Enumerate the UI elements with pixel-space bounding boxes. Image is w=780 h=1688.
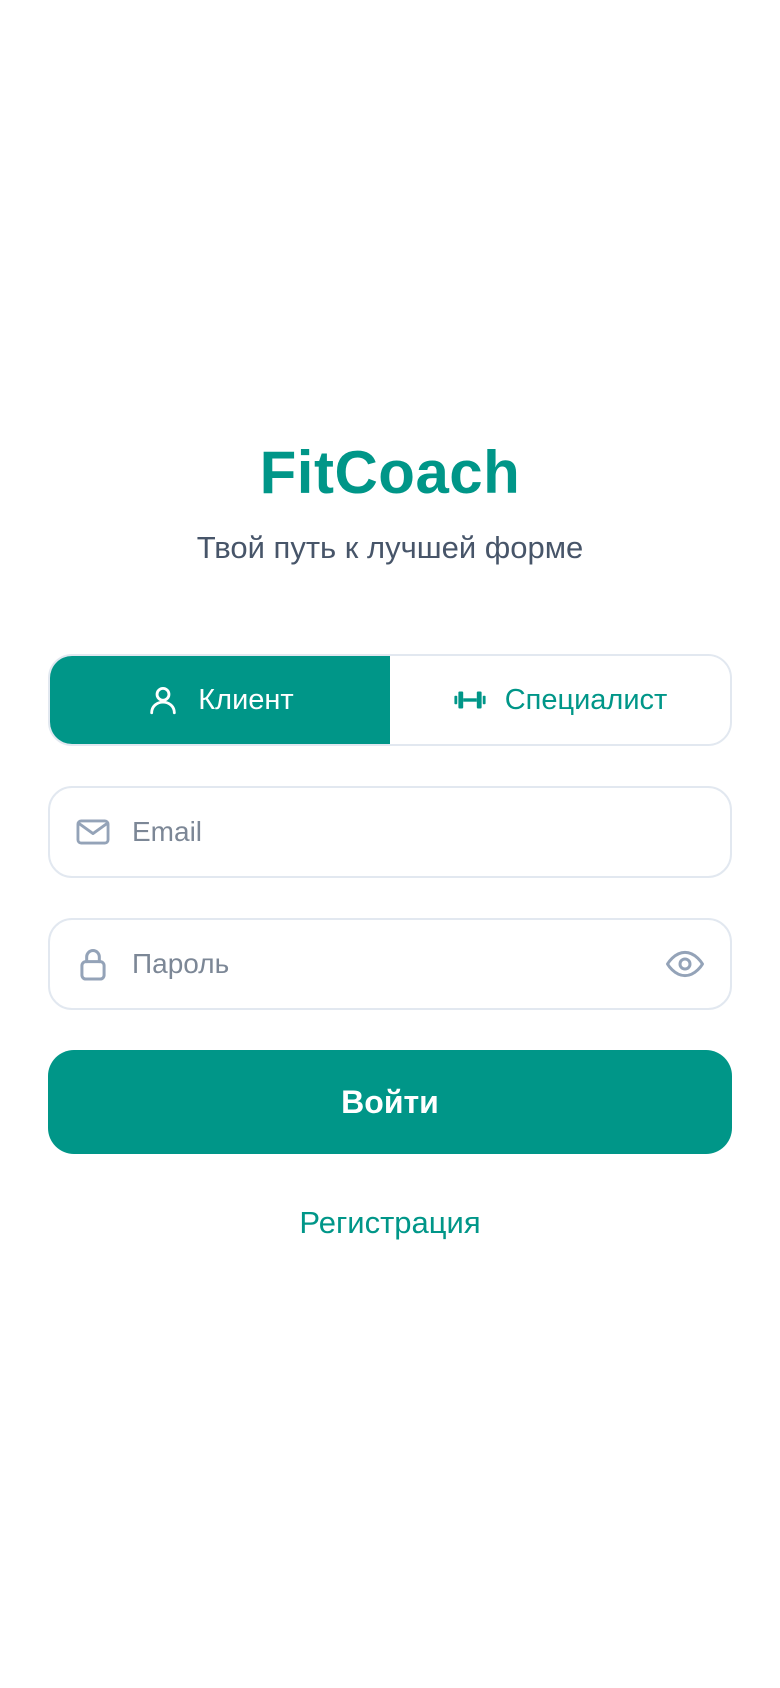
password-input[interactable] (132, 920, 664, 1008)
role-option-client-label: Клиент (198, 683, 294, 716)
role-option-client[interactable]: Клиент (50, 656, 390, 744)
email-input[interactable] (132, 788, 730, 876)
person-icon (146, 683, 180, 717)
role-option-specialist-label: Специалист (504, 683, 668, 716)
register-link[interactable]: Регистрация (0, 1203, 780, 1243)
login-button[interactable]: Войти (48, 1050, 732, 1154)
password-field[interactable] (48, 918, 732, 1010)
mail-icon (74, 813, 112, 851)
login-screen: FitCoach Твой путь к лучшей форме Клиент (0, 0, 780, 1688)
eye-icon[interactable] (664, 943, 706, 985)
lock-icon (74, 945, 112, 983)
app-subtitle: Твой путь к лучшей форме (196, 530, 584, 565)
role-switch: Клиент Специалист (48, 654, 732, 746)
email-field[interactable] (48, 786, 732, 878)
app-title: FitCoach (259, 439, 521, 506)
dumbbell-icon (453, 683, 487, 717)
role-option-specialist[interactable]: Специалист (390, 656, 730, 744)
